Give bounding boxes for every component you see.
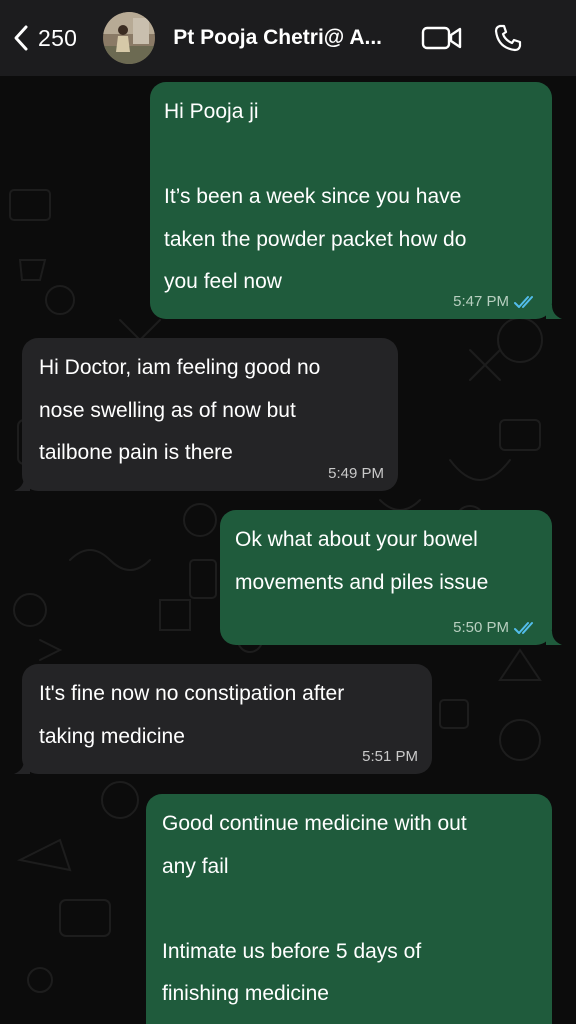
chat-header: 250 Pt Pooja Chetri@ A... [0, 0, 576, 76]
message-text: Hi Doctor, iam feeling good no nose swel… [39, 356, 321, 464]
message-time: 5:47 PM [453, 293, 509, 310]
message-outgoing[interactable]: Hi Pooja ji It’s been a week since you h… [150, 82, 552, 319]
bubble-tail [546, 631, 562, 645]
message-time: 5:49 PM [328, 465, 384, 482]
message-outgoing[interactable]: Ok what about your bowel movements and p… [220, 510, 552, 645]
double-check-icon [514, 622, 533, 634]
bubble-tail [546, 305, 562, 319]
message-meta: 5:47 PM [453, 293, 538, 311]
message-meta: 5:51 PM [362, 748, 418, 766]
message-time: 5:50 PM [453, 619, 509, 636]
message-time: 5:51 PM [362, 748, 418, 765]
message-meta: 5:49 PM [328, 465, 384, 483]
message-text: Hi Pooja ji It’s been a week since you h… [164, 100, 467, 293]
message-text: Ok what about your bowel movements and p… [235, 528, 489, 594]
contact-name[interactable]: Pt Pooja Chetri@ A... [173, 26, 405, 50]
video-call-icon[interactable] [421, 23, 463, 53]
phone-icon[interactable] [493, 23, 523, 53]
message-outgoing[interactable]: Good continue medicine with out any fail… [146, 794, 552, 1024]
back-button[interactable]: 250 [12, 16, 77, 60]
chevron-left-icon [14, 25, 28, 51]
message-incoming[interactable]: It's fine now no constipation after taki… [22, 664, 432, 774]
message-text: It's fine now no constipation after taki… [39, 682, 345, 748]
unread-count: 250 [38, 24, 78, 51]
bubble-tail [14, 477, 30, 491]
chat-screen: 250 Pt Pooja Chetri@ A... Hi Pooja ji It… [0, 0, 576, 1024]
message-meta: 5:50 PM [453, 619, 538, 637]
message-incoming[interactable]: Hi Doctor, iam feeling good no nose swel… [22, 338, 398, 491]
bubble-tail [14, 760, 30, 774]
message-text: Good continue medicine with out any fail… [162, 812, 467, 1005]
avatar-photo [103, 12, 156, 64]
double-check-icon [514, 296, 533, 308]
avatar[interactable] [103, 12, 156, 64]
